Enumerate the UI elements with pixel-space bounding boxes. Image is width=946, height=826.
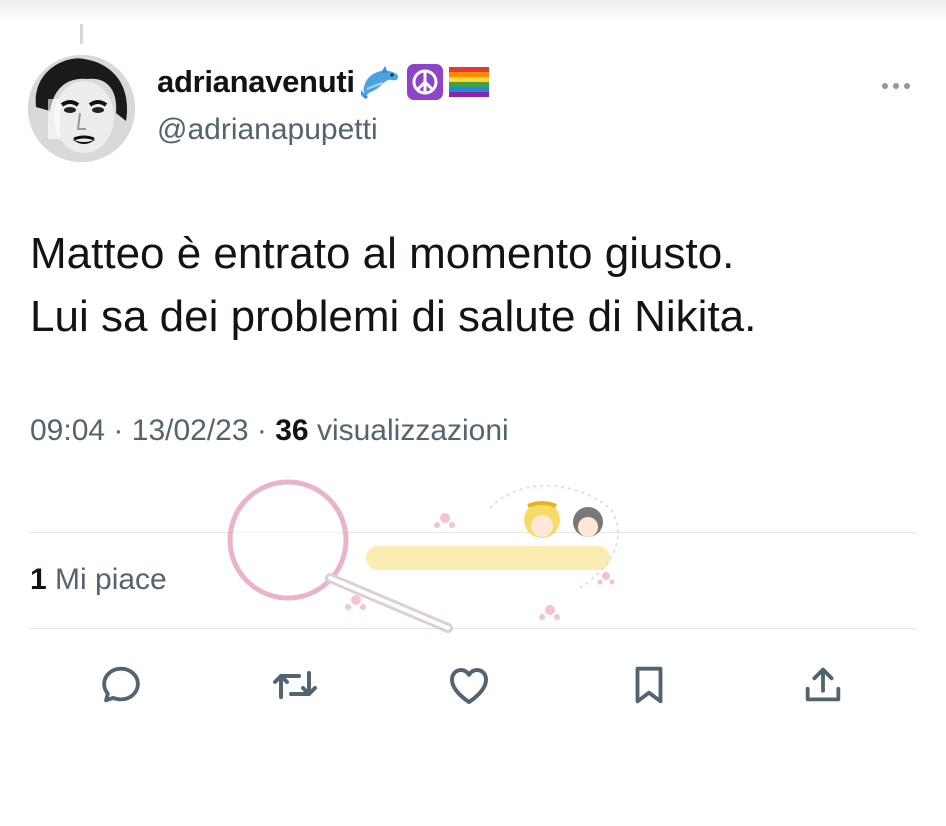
magnifier-logo-icon bbox=[227, 479, 453, 633]
paw-print-icon bbox=[345, 513, 615, 620]
likes-label: Mi piace bbox=[55, 563, 167, 596]
avatar-portrait-image bbox=[28, 55, 135, 162]
dolphin-icon bbox=[360, 65, 401, 99]
likes-summary[interactable]: 1 Mi piace bbox=[30, 563, 167, 597]
more-dot-icon bbox=[893, 83, 899, 89]
more-options-button[interactable] bbox=[876, 74, 916, 98]
author-handle[interactable]: @adrianapupetti bbox=[157, 113, 378, 147]
divider bbox=[30, 628, 916, 629]
like-button[interactable] bbox=[444, 660, 494, 710]
more-dot-icon bbox=[882, 83, 888, 89]
tagline-ribbon bbox=[366, 546, 610, 570]
avatar[interactable] bbox=[28, 55, 135, 162]
peace-symbol-icon bbox=[406, 64, 443, 100]
share-icon bbox=[805, 667, 841, 702]
likes-count: 1 bbox=[30, 563, 47, 596]
bookmark-icon bbox=[635, 666, 663, 704]
author-display-name[interactable]: adrianavenuti bbox=[157, 64, 355, 100]
tweet-text-line: Matteo è entrato al momento giusto. bbox=[30, 229, 735, 278]
views-count: 36 bbox=[275, 414, 309, 447]
reply-icon bbox=[102, 666, 140, 703]
tweet-date[interactable]: 13/02/23 bbox=[132, 414, 249, 447]
meta-separator: · bbox=[113, 414, 124, 447]
views-label: visualizzazioni bbox=[316, 414, 509, 447]
retweet-button[interactable] bbox=[270, 660, 320, 710]
tweet-metadata: 09:04 · 13/02/23 · 36 visualizzazioni bbox=[30, 414, 509, 448]
more-dot-icon bbox=[904, 83, 910, 89]
tweet-text-line: Lui sa dei problemi di salute di Nikita. bbox=[30, 292, 757, 341]
top-fade bbox=[0, 0, 946, 22]
author-display-name-row[interactable]: adrianavenuti bbox=[157, 64, 489, 100]
bookmark-button[interactable] bbox=[624, 660, 674, 710]
watermark-overlay bbox=[227, 479, 619, 633]
tweet-text: Matteo è entrato al momento giusto. Lui … bbox=[30, 222, 910, 348]
reply-button[interactable] bbox=[96, 660, 146, 710]
thread-connector-line bbox=[80, 24, 83, 44]
retweet-icon bbox=[273, 671, 317, 699]
share-button[interactable] bbox=[798, 660, 848, 710]
meta-separator: · bbox=[256, 414, 267, 447]
divider bbox=[30, 532, 916, 533]
rainbow-flag-icon bbox=[448, 67, 489, 97]
tweet-time[interactable]: 09:04 bbox=[30, 414, 105, 447]
heart-icon bbox=[450, 668, 488, 704]
